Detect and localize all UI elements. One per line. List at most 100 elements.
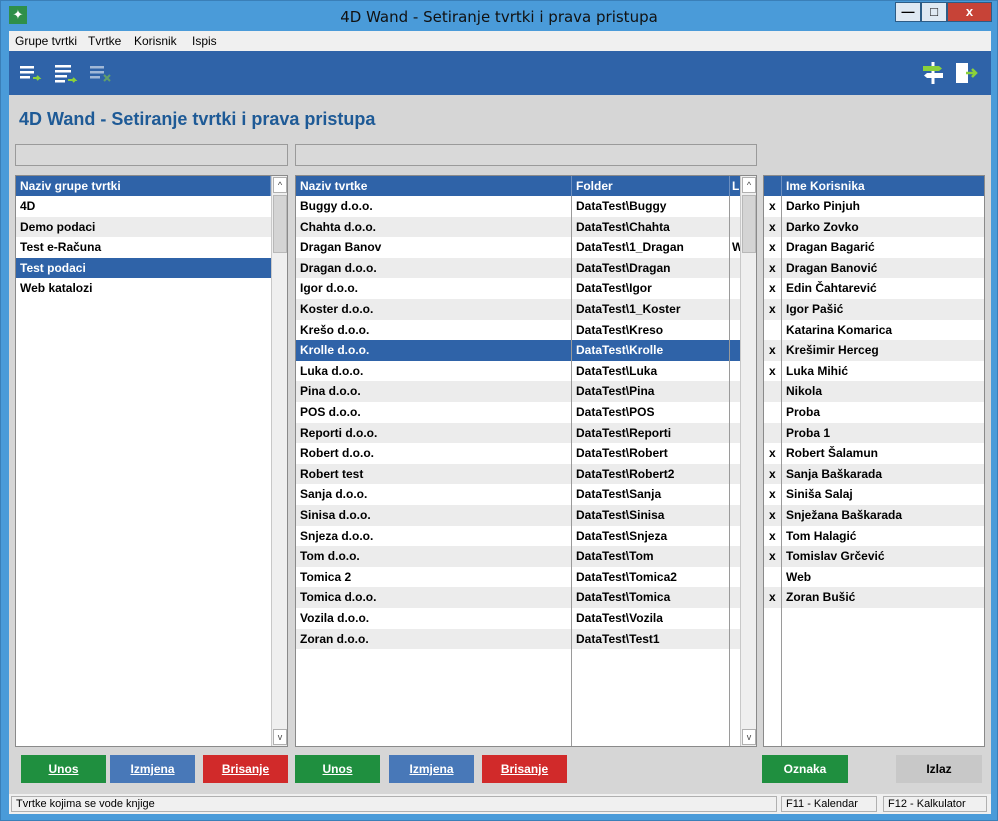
table-row[interactable]: x Darko Zovko [764, 216, 984, 238]
table-row[interactable]: Nikola [764, 381, 984, 402]
access-mark[interactable]: x [764, 526, 782, 546]
table-row[interactable]: x Darko Pinjuh [764, 196, 984, 217]
table-row[interactable]: x Dragan Banović [764, 257, 984, 279]
access-mark[interactable]: x [764, 217, 782, 237]
table-row[interactable]: Chahta d.o.o. DataTest\Chahta [296, 216, 740, 238]
close-button[interactable]: x [947, 2, 992, 22]
table-row[interactable]: Tom d.o.o. DataTest\Tom [296, 546, 740, 567]
table-row[interactable]: x Edin Čahtarević [764, 278, 984, 299]
table-row[interactable]: x Tom Halagić [764, 526, 984, 547]
company-delete-button[interactable]: Brisanje [482, 755, 567, 783]
list-edit-icon[interactable] [54, 61, 78, 85]
access-mark[interactable]: x [764, 587, 782, 607]
access-mark[interactable]: x [764, 299, 782, 319]
table-row[interactable]: x Snježana Baškarada [764, 505, 984, 526]
table-row[interactable]: Tomica d.o.o. DataTest\Tomica [296, 587, 740, 608]
table-row[interactable]: Web [764, 567, 984, 588]
exit-door-icon[interactable] [954, 61, 978, 85]
table-row[interactable]: Pina d.o.o. DataTest\Pina [296, 381, 740, 402]
menu-tvrtke[interactable]: Tvrtke [88, 34, 121, 48]
table-row[interactable]: Buggy d.o.o. DataTest\Buggy [296, 196, 740, 217]
users-header-mark[interactable] [764, 176, 782, 196]
list-item[interactable]: Demo podaci [16, 216, 271, 238]
table-row[interactable]: Katarina Komarica [764, 320, 984, 341]
access-mark[interactable]: x [764, 196, 782, 216]
list-item[interactable]: Test podaci [16, 257, 271, 279]
list-delete-icon[interactable] [89, 61, 113, 85]
table-row[interactable]: Proba [764, 402, 984, 423]
scroll-up-arrow[interactable]: ^ [273, 177, 287, 193]
table-row[interactable]: Sanja d.o.o. DataTest\Sanja [296, 484, 740, 505]
access-mark[interactable]: x [764, 340, 782, 360]
scroll-thumb[interactable] [273, 195, 287, 253]
group-delete-button[interactable]: Brisanje [203, 755, 288, 783]
companies-header-name[interactable]: Naziv tvrtke [296, 176, 572, 196]
access-mark[interactable]: x [764, 464, 782, 484]
table-row[interactable]: Koster d.o.o. DataTest\1_Koster [296, 299, 740, 320]
list-item[interactable]: Test e-Računa [16, 237, 271, 258]
status-f12[interactable]: F12 - Kalkulator [883, 796, 987, 812]
company-filter-field[interactable] [295, 144, 757, 166]
group-filter-field[interactable] [15, 144, 288, 166]
table-row[interactable]: Vozila d.o.o. DataTest\Vozila [296, 608, 740, 629]
table-row[interactable]: x Zoran Bušić [764, 587, 984, 608]
table-row[interactable]: x Sanja Baškarada [764, 463, 984, 485]
list-item[interactable]: 4D [16, 196, 271, 217]
table-row[interactable]: x Siniša Salaj [764, 484, 984, 505]
table-row[interactable]: x Dragan Bagarić [764, 237, 984, 258]
table-row[interactable]: Proba 1 [764, 422, 984, 444]
scroll-down-arrow[interactable]: v [742, 729, 756, 745]
table-row[interactable]: POS d.o.o. DataTest\POS [296, 402, 740, 423]
signpost-icon[interactable] [921, 61, 945, 85]
table-row[interactable]: Snjeza d.o.o. DataTest\Snjeza [296, 526, 740, 547]
access-mark[interactable]: x [764, 258, 782, 278]
access-mark[interactable]: x [764, 443, 782, 463]
table-row[interactable]: Igor d.o.o. DataTest\Igor [296, 278, 740, 299]
table-row[interactable]: Sinisa d.o.o. DataTest\Sinisa [296, 505, 740, 526]
group-edit-button[interactable]: Izmjena [110, 755, 195, 783]
table-row[interactable]: Robert test DataTest\Robert2 [296, 463, 740, 485]
group-add-button[interactable]: Unos [21, 755, 106, 783]
access-mark[interactable]: x [764, 237, 782, 257]
menu-grupe-tvrtki[interactable]: Grupe tvrtki [15, 34, 77, 48]
status-f11[interactable]: F11 - Kalendar [781, 796, 877, 812]
mark-button[interactable]: Oznaka [762, 755, 848, 783]
table-row[interactable]: Reporti d.o.o. DataTest\Reporti [296, 422, 740, 444]
access-mark[interactable]: x [764, 484, 782, 504]
scroll-up-arrow[interactable]: ^ [742, 177, 756, 193]
table-row[interactable]: x Robert Šalamun [764, 443, 984, 464]
table-row[interactable]: x Igor Pašić [764, 299, 984, 320]
users-header-name[interactable]: Ime Korisnika [782, 176, 984, 196]
table-row[interactable]: x Luka Mihić [764, 361, 984, 382]
minimize-button[interactable]: — [895, 2, 921, 22]
companies-scrollbar[interactable]: ^ v [740, 176, 756, 746]
company-edit-button[interactable]: Izmjena [389, 755, 474, 783]
scroll-down-arrow[interactable]: v [273, 729, 287, 745]
access-mark[interactable]: x [764, 278, 782, 298]
table-row[interactable]: Krolle d.o.o. DataTest\Krolle [296, 340, 740, 361]
table-row[interactable]: Tomica 2 DataTest\Tomica2 [296, 567, 740, 588]
table-row[interactable]: Krešo d.o.o. DataTest\Kreso [296, 320, 740, 341]
menu-ispis[interactable]: Ispis [192, 34, 217, 48]
access-mark[interactable]: x [764, 361, 782, 381]
companies-header-folder[interactable]: Folder [572, 176, 730, 196]
menu-korisnik[interactable]: Korisnik [134, 34, 177, 48]
table-row[interactable]: Luka d.o.o. DataTest\Luka [296, 361, 740, 382]
table-row[interactable]: x Tomislav Grčević [764, 546, 984, 567]
table-row[interactable]: Dragan d.o.o. DataTest\Dragan [296, 257, 740, 279]
groups-scrollbar[interactable]: ^ v [271, 176, 287, 746]
exit-button[interactable]: Izlaz [896, 755, 982, 783]
company-name: Luka d.o.o. [300, 363, 364, 378]
maximize-button[interactable]: □ [921, 2, 947, 22]
access-mark[interactable]: x [764, 505, 782, 525]
list-item[interactable]: Web katalozi [16, 278, 271, 299]
company-add-button[interactable]: Unos [295, 755, 380, 783]
table-row[interactable]: Robert d.o.o. DataTest\Robert [296, 443, 740, 464]
scroll-thumb[interactable] [742, 195, 756, 253]
access-mark[interactable]: x [764, 546, 782, 566]
table-row[interactable]: Dragan BanovDataTest\1_DraganW [296, 237, 741, 258]
table-row[interactable]: x Krešimir Herceg [764, 340, 984, 361]
table-row[interactable]: Zoran d.o.o. DataTest\Test1 [296, 628, 740, 650]
groups-header[interactable]: Naziv grupe tvrtki [16, 176, 271, 196]
list-add-icon[interactable] [19, 61, 43, 85]
